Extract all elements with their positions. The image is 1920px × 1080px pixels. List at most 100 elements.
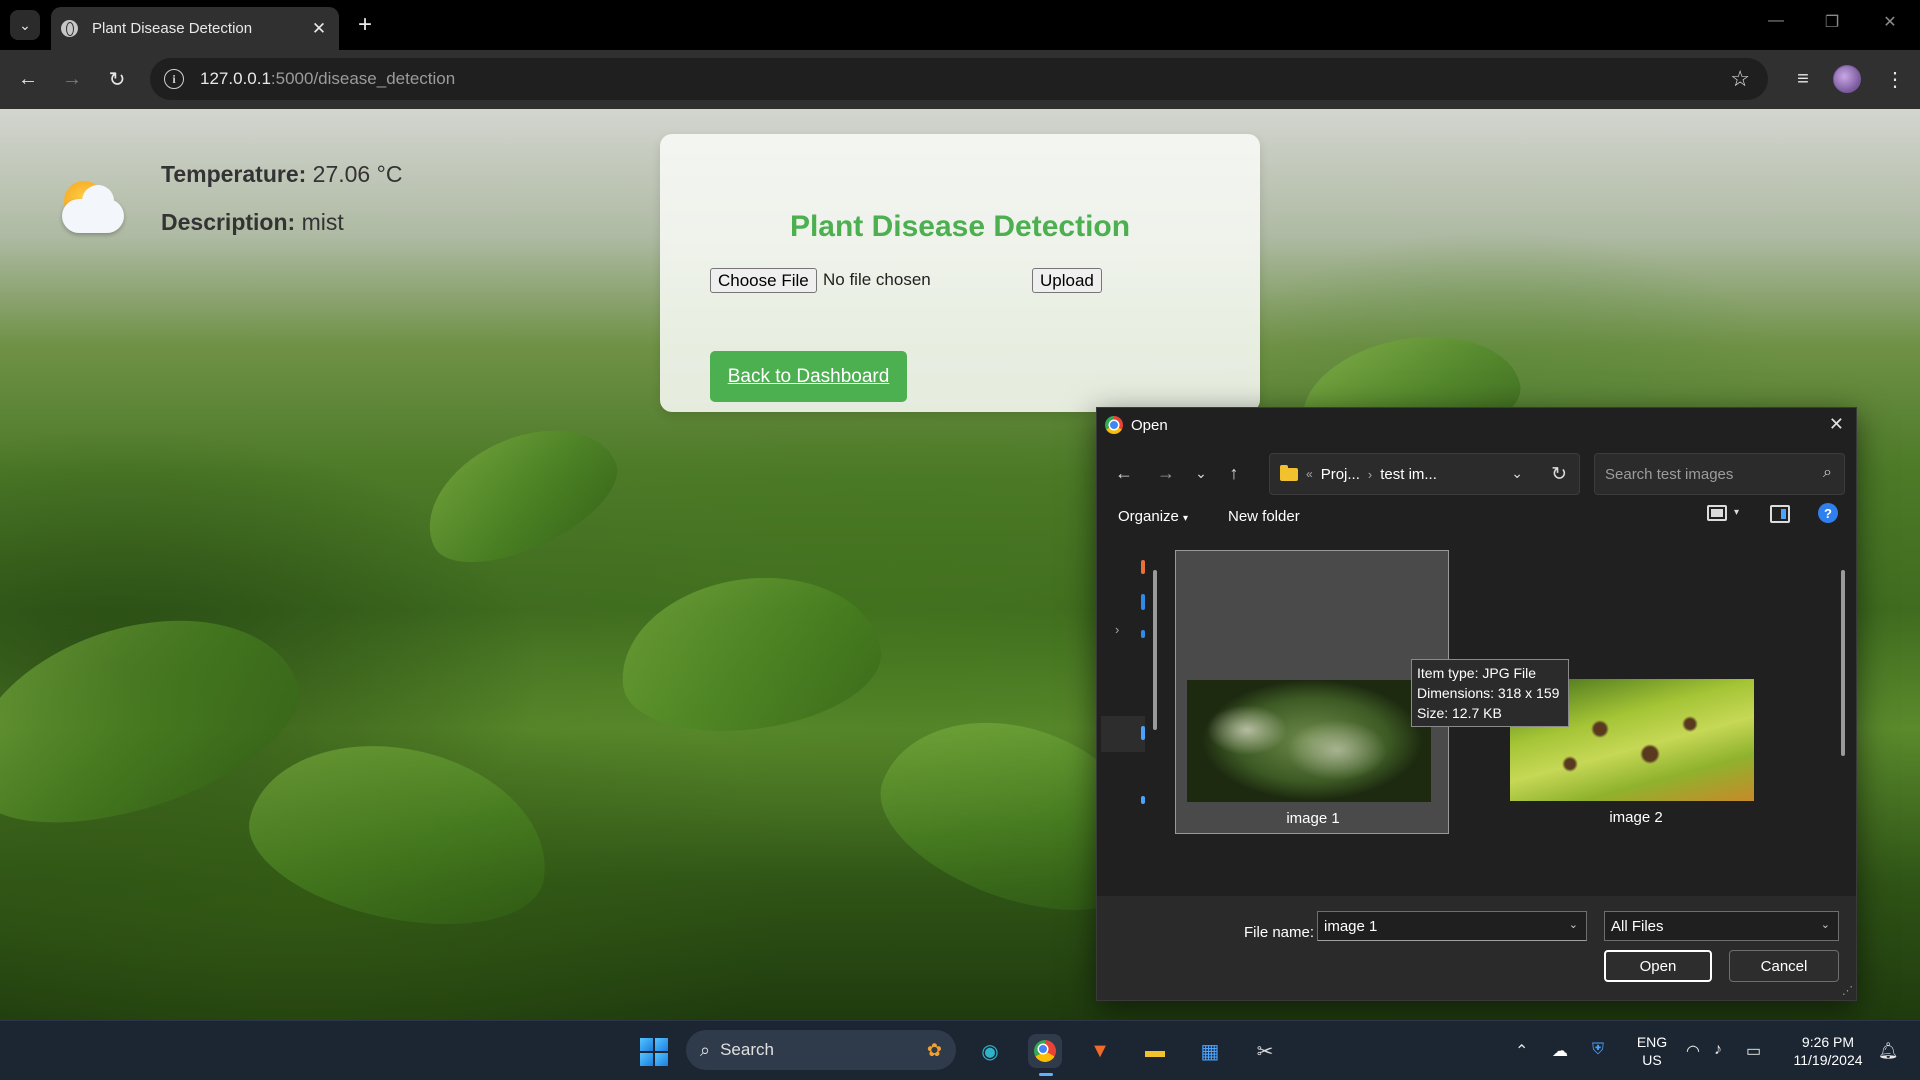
change-view-icon[interactable] bbox=[1707, 505, 1727, 521]
globe-icon bbox=[61, 20, 78, 37]
brave-icon[interactable]: ▼ bbox=[1083, 1034, 1117, 1068]
search-icon: ⌕ bbox=[700, 1039, 711, 1060]
language-code: ENG bbox=[1636, 1034, 1668, 1050]
dialog-close-icon[interactable]: ✕ bbox=[1829, 414, 1844, 435]
file-item-image-1[interactable]: image 1 bbox=[1175, 550, 1449, 834]
bookmark-star-icon[interactable]: ☆ bbox=[1730, 66, 1750, 92]
help-icon[interactable]: ? bbox=[1818, 503, 1838, 523]
leaf-decoration bbox=[235, 719, 565, 949]
breadcrumb-separator-icon: › bbox=[1367, 466, 1373, 482]
search-icon: ⌕ bbox=[1823, 464, 1832, 481]
file-name-input[interactable]: image 1 ⌄ bbox=[1317, 911, 1587, 941]
browser-toolbar: ← → ↻ i 127.0.0.1:5000/disease_detection… bbox=[0, 50, 1920, 109]
organize-menu[interactable]: Organize ▾ bbox=[1118, 508, 1188, 525]
dialog-titlebar: Open bbox=[1105, 408, 1168, 442]
site-info-icon[interactable]: i bbox=[164, 69, 184, 89]
windows-taskbar: ⌕ Search ✿ ◉ ▼ ▬ ▦ ✂ ⌃ ☁ ⛨ ENG US ◠ ♪ ▭ … bbox=[0, 1020, 1920, 1080]
page-title: Plant Disease Detection bbox=[789, 210, 1131, 243]
dialog-search-input[interactable]: Search test images ⌕ bbox=[1594, 453, 1845, 495]
taskbar-search-label: Search bbox=[720, 1040, 774, 1059]
description-value: mist bbox=[301, 209, 344, 235]
minimize-icon[interactable]: — bbox=[1766, 12, 1786, 30]
start-button[interactable] bbox=[640, 1038, 668, 1066]
wifi-icon[interactable]: ◠ bbox=[1686, 1041, 1700, 1061]
new-folder-button[interactable]: New folder bbox=[1228, 508, 1300, 525]
file-list-scrollbar[interactable] bbox=[1841, 570, 1845, 756]
breadcrumb-overflow[interactable]: « bbox=[1306, 467, 1313, 481]
file-type-select[interactable]: All Files ⌄ bbox=[1604, 911, 1839, 941]
menu-kebab-icon[interactable]: ⋮ bbox=[1880, 64, 1910, 94]
profile-avatar[interactable] bbox=[1833, 65, 1861, 93]
tooltip-dimensions: Dimensions: 318 x 159 bbox=[1417, 685, 1560, 701]
chevron-down-icon[interactable]: ⌄ bbox=[1569, 918, 1578, 931]
language-indicator[interactable]: ENG US bbox=[1630, 1033, 1674, 1069]
nav-item-icon[interactable] bbox=[1141, 796, 1145, 804]
chrome-icon bbox=[1105, 416, 1123, 434]
nav-selected-row[interactable] bbox=[1101, 716, 1145, 752]
breadcrumb-item[interactable]: test im... bbox=[1380, 466, 1437, 483]
restore-icon[interactable]: ❐ bbox=[1822, 12, 1842, 32]
snipping-tool-icon[interactable]: ✂ bbox=[1248, 1034, 1282, 1068]
forward-arrow-icon[interactable]: → bbox=[57, 64, 87, 94]
onedrive-cloud-icon[interactable]: ☁ bbox=[1552, 1041, 1568, 1061]
recent-locations-icon[interactable]: ⌄ bbox=[1188, 460, 1214, 486]
file-name-field-label: File name: bbox=[1244, 924, 1315, 941]
volume-icon[interactable]: ♪ bbox=[1714, 1041, 1722, 1059]
new-tab-button[interactable]: + bbox=[353, 11, 377, 39]
battery-icon[interactable]: ▭ bbox=[1746, 1041, 1761, 1061]
dialog-forward-icon[interactable]: → bbox=[1153, 460, 1179, 486]
tab-search-button[interactable]: ⌄ bbox=[10, 10, 40, 40]
microsoft-store-icon[interactable]: ▦ bbox=[1193, 1034, 1227, 1068]
edge-icon[interactable]: ◉ bbox=[973, 1034, 1007, 1068]
back-to-dashboard-link[interactable]: Back to Dashboard bbox=[710, 351, 907, 402]
tooltip-size: Size: 12.7 KB bbox=[1417, 705, 1502, 721]
browser-tab-active[interactable]: Plant Disease Detection ✕ bbox=[51, 7, 339, 50]
address-dropdown-icon[interactable]: ⌄ bbox=[1511, 465, 1523, 482]
notification-bell-icon[interactable]: 🔔︎ bbox=[1878, 1041, 1898, 1061]
no-file-text: No file chosen bbox=[823, 270, 931, 289]
window-close-icon[interactable]: ✕ bbox=[1880, 12, 1900, 32]
address-bar[interactable]: i 127.0.0.1:5000/disease_detection ☆ bbox=[150, 58, 1768, 100]
resize-grip-icon[interactable]: ⋰ bbox=[1842, 984, 1853, 997]
expand-chevron-icon[interactable]: › bbox=[1115, 622, 1119, 637]
media-controls-icon[interactable]: ≡ bbox=[1788, 64, 1818, 94]
leaf-decoration bbox=[406, 401, 634, 587]
up-folder-icon[interactable]: ↑ bbox=[1221, 460, 1247, 486]
choose-file-button[interactable]: Choose File bbox=[710, 268, 817, 293]
active-indicator bbox=[1039, 1073, 1053, 1076]
reload-icon[interactable]: ↻ bbox=[102, 64, 132, 94]
dialog-address-bar[interactable]: « Proj... › test im... ⌄ ↻ bbox=[1269, 453, 1580, 495]
open-button[interactable]: Open bbox=[1604, 950, 1712, 982]
nav-item-icon[interactable] bbox=[1141, 630, 1145, 638]
file-type-value: All Files bbox=[1611, 917, 1664, 935]
refresh-icon[interactable]: ↻ bbox=[1551, 463, 1567, 486]
security-shield-icon[interactable]: ⛨ bbox=[1592, 1041, 1604, 1059]
file-explorer-icon[interactable]: ▬ bbox=[1138, 1034, 1172, 1068]
chrome-taskbar-icon[interactable] bbox=[1028, 1034, 1062, 1076]
preview-pane-icon[interactable] bbox=[1770, 505, 1790, 523]
nav-item-icon[interactable] bbox=[1141, 594, 1145, 610]
show-hidden-icons-chevron-icon[interactable]: ⌃ bbox=[1515, 1041, 1528, 1061]
view-options-dropdown-icon[interactable]: ▾ bbox=[1734, 507, 1739, 518]
partly-cloudy-icon bbox=[58, 181, 128, 241]
file-name-label: image 2 bbox=[1609, 809, 1663, 826]
upload-button[interactable]: Upload bbox=[1032, 268, 1102, 293]
taskbar-search[interactable]: ⌕ Search ✿ bbox=[686, 1030, 956, 1070]
tab-title: Plant Disease Detection bbox=[92, 20, 253, 37]
nav-pane-scrollbar[interactable] bbox=[1153, 570, 1157, 730]
dialog-title: Open bbox=[1131, 416, 1168, 434]
dialog-back-icon[interactable]: ← bbox=[1111, 460, 1137, 486]
cancel-button[interactable]: Cancel bbox=[1729, 950, 1839, 982]
leaf-decoration bbox=[610, 561, 890, 747]
nav-item-icon[interactable] bbox=[1141, 726, 1145, 740]
url-host: 127.0.0.1 bbox=[200, 69, 271, 88]
chrome-icon bbox=[1034, 1040, 1056, 1062]
clock[interactable]: 9:26 PM 11/19/2024 bbox=[1780, 1033, 1876, 1069]
breadcrumb-item[interactable]: Proj... bbox=[1321, 466, 1360, 483]
nav-item-icon[interactable] bbox=[1141, 560, 1145, 574]
clock-date: 11/19/2024 bbox=[1793, 1052, 1863, 1068]
tab-close-icon[interactable]: ✕ bbox=[309, 19, 329, 39]
url-path: :5000/disease_detection bbox=[270, 69, 456, 88]
back-arrow-icon[interactable]: ← bbox=[13, 64, 43, 94]
clock-time: 9:26 PM bbox=[1801, 1034, 1855, 1050]
